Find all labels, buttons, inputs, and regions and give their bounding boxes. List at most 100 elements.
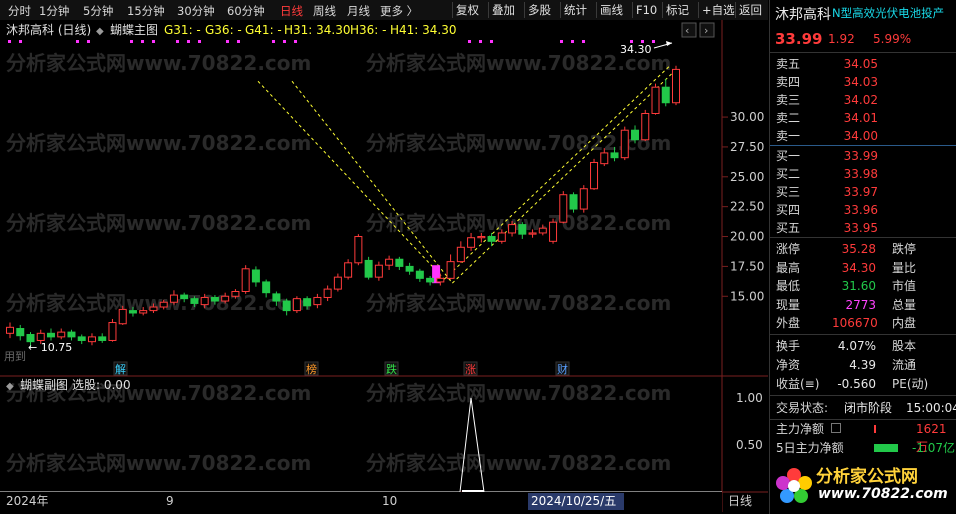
candle-body bbox=[262, 281, 271, 294]
tab-timeshare[interactable]: 分时 bbox=[8, 3, 31, 19]
row-value: 34.30 bbox=[841, 260, 876, 275]
row-label: 卖五 bbox=[776, 57, 801, 71]
candle-body bbox=[446, 261, 455, 279]
watermark-text: 分析家公式网www.70822.com bbox=[366, 451, 671, 475]
g31-value: G31: - bbox=[164, 23, 201, 37]
candle-body bbox=[610, 152, 619, 159]
tab-60min[interactable]: 60分钟 bbox=[227, 3, 265, 19]
candle-body bbox=[36, 332, 45, 341]
event-marker-text[interactable]: 榜 bbox=[306, 362, 317, 376]
signal-dot bbox=[141, 40, 144, 43]
event-marker-text[interactable]: 涨 bbox=[465, 363, 476, 376]
row-label: 买二 bbox=[776, 167, 801, 181]
main-flow-row[interactable]: 主力净额 1621万 bbox=[776, 420, 956, 454]
watermark-text: 分析家公式网www.70822.com bbox=[366, 291, 671, 315]
f10-button[interactable]: F10 bbox=[632, 2, 660, 18]
info-icon[interactable] bbox=[831, 423, 841, 433]
chevron-left-icon: ‹ bbox=[685, 24, 689, 37]
candle-body bbox=[200, 296, 209, 306]
row-label-2: PE(动) bbox=[892, 377, 929, 391]
subchart-title[interactable]: 蝴蝶副图 bbox=[20, 377, 68, 392]
row-value: 4.39 bbox=[849, 358, 876, 372]
divider bbox=[770, 237, 956, 238]
row-label-2: 流通 bbox=[892, 358, 917, 372]
bid-row: 买五 33.95 bbox=[776, 219, 956, 237]
candle-body bbox=[415, 270, 424, 279]
mark-button[interactable]: 标记 bbox=[662, 2, 692, 18]
candle-body bbox=[579, 188, 588, 210]
candle-body bbox=[180, 294, 189, 300]
candle-body bbox=[364, 259, 373, 278]
quote-panel: 沐邦高科 N型高效光伏电池投产 33.99 1.92 5.99% 卖五 34.05… bbox=[769, 0, 956, 514]
logo-url: www.70822.com bbox=[818, 486, 948, 502]
row-label: 卖三 bbox=[776, 93, 801, 107]
candle-body bbox=[323, 288, 332, 298]
event-marker-text[interactable]: 解 bbox=[115, 362, 126, 376]
stat-row: 净资 4.39 流通 bbox=[776, 356, 956, 374]
event-marker-text[interactable]: 财 bbox=[557, 362, 568, 376]
back-button[interactable]: 返回 bbox=[735, 2, 765, 18]
trade-time: 15:00:04 bbox=[906, 401, 956, 415]
time-axis-sep: 9 bbox=[166, 494, 174, 508]
price-axis-label: 27.50 bbox=[730, 140, 764, 154]
signal-dot bbox=[560, 40, 563, 43]
signal-dot bbox=[198, 40, 201, 43]
row-label: 净资 bbox=[776, 358, 801, 372]
restore-rights-button[interactable]: 复权 bbox=[452, 2, 482, 18]
stat-row: 最高 34.30 量比 bbox=[776, 259, 956, 277]
period-toolbar: 分时 1分钟 5分钟 15分钟 30分钟 60分钟 日线 周线 月线 更多 〉 … bbox=[0, 0, 768, 21]
price-axis-label: 22.50 bbox=[730, 200, 764, 214]
time-axis-oct: 10 bbox=[382, 494, 397, 508]
row-label-2: 跌停 bbox=[892, 242, 917, 256]
watermark-text: 分析家公式网www.70822.com bbox=[366, 381, 671, 405]
price-axis-label: 25.00 bbox=[730, 170, 764, 184]
row-value: 31.60 bbox=[841, 279, 876, 294]
statistics-button[interactable]: 统计 bbox=[560, 2, 590, 18]
price-axis-label: 20.00 bbox=[730, 230, 764, 244]
candle-body bbox=[600, 152, 609, 165]
settings-diamond-icon[interactable]: ◆ bbox=[96, 26, 104, 37]
tab-5min[interactable]: 5分钟 bbox=[83, 3, 113, 19]
overlay-button[interactable]: 叠加 bbox=[488, 2, 518, 18]
ask-row: 卖三 34.02 bbox=[776, 91, 956, 109]
stat-row: 现量 2773 总量 bbox=[776, 296, 956, 314]
subchart-select-value: 选股: 0.00 bbox=[72, 378, 131, 392]
tab-more[interactable]: 更多 〉 bbox=[380, 3, 418, 19]
candle-body bbox=[528, 232, 537, 235]
tab-1min[interactable]: 1分钟 bbox=[39, 3, 69, 19]
add-watchlist-button[interactable]: +自选 bbox=[698, 2, 738, 18]
watermark-text: 分析家公式网www.70822.com bbox=[6, 131, 311, 155]
draw-line-button[interactable]: 画线 bbox=[596, 2, 626, 18]
multi-stock-button[interactable]: 多股 bbox=[524, 2, 554, 18]
signal-dot bbox=[87, 40, 90, 43]
site-logo: 分析家公式网 www.70822.com bbox=[772, 458, 956, 512]
event-marker-text[interactable]: 跌 bbox=[386, 362, 397, 376]
tab-30min[interactable]: 30分钟 bbox=[177, 3, 215, 19]
candle-body bbox=[497, 232, 506, 242]
row-label: 卖二 bbox=[776, 111, 801, 125]
divider bbox=[770, 334, 956, 335]
kline-chart[interactable]: 分析家公式网www.70822.com 分析家公式网www.70822.com 分析… bbox=[0, 20, 768, 512]
candle-body bbox=[333, 276, 342, 290]
tab-monthly[interactable]: 月线 bbox=[347, 3, 370, 19]
signal-dot bbox=[19, 40, 22, 43]
candle-body bbox=[641, 112, 650, 141]
tab-daily[interactable]: 日线 bbox=[280, 3, 303, 19]
divider bbox=[770, 52, 956, 53]
tab-15min[interactable]: 15分钟 bbox=[127, 3, 165, 19]
five-day-flow-value: -1.07亿 bbox=[912, 441, 956, 455]
date-cursor-label: 2024/10/25/五 bbox=[531, 494, 616, 508]
stock-name: 沐邦高科 bbox=[775, 7, 831, 23]
subchart-settings-icon[interactable]: ◆ bbox=[6, 381, 14, 392]
g36-value: G36: - bbox=[205, 23, 242, 37]
candle-body bbox=[508, 224, 517, 234]
h41-value: H41: 34.30 bbox=[390, 23, 457, 37]
candle-body bbox=[344, 262, 353, 278]
candle-body bbox=[108, 322, 117, 341]
tab-weekly[interactable]: 周线 bbox=[313, 3, 336, 19]
candle-body bbox=[190, 298, 199, 304]
candle-body bbox=[139, 310, 148, 314]
stat-row: 收益(≡) -0.560 PE(动) bbox=[776, 375, 956, 393]
indicator-name[interactable]: 蝴蝶主图 bbox=[110, 22, 158, 37]
concept-tag[interactable]: N型高效光伏电池投产 bbox=[832, 5, 954, 21]
